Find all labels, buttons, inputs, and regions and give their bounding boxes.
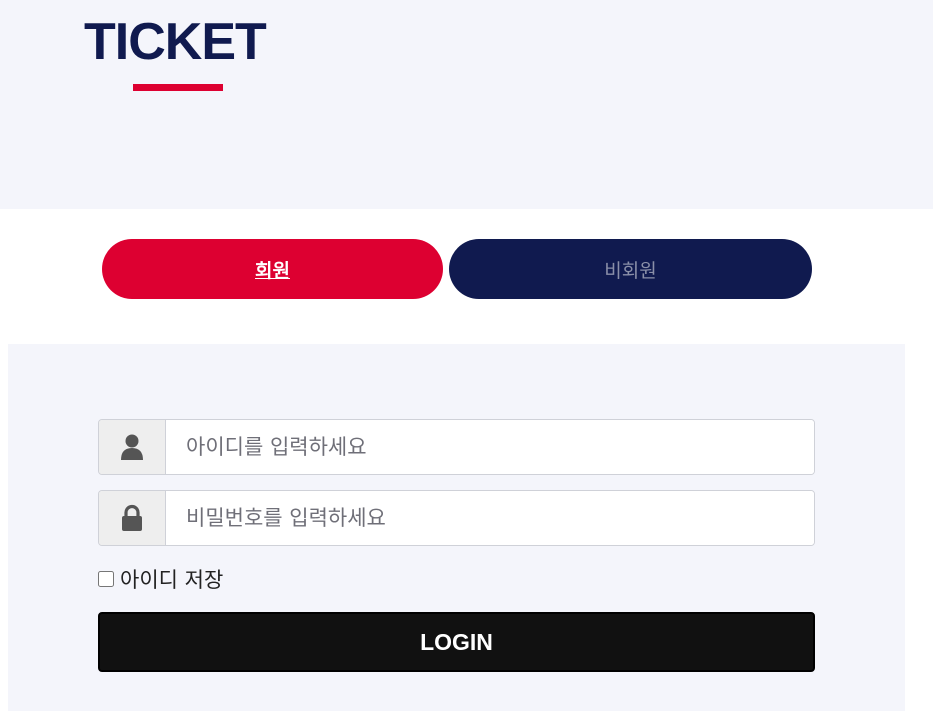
remember-id-label: 아이디 저장 — [120, 568, 224, 592]
tab-member-label: 회원 — [255, 259, 290, 282]
brand-underline — [133, 84, 223, 91]
password-field — [98, 490, 815, 546]
page-header: TICKET — [0, 0, 933, 209]
login-button[interactable]: LOGIN — [98, 612, 815, 672]
remember-id[interactable]: 아이디 저장 — [98, 565, 223, 593]
brand-title: TICKET — [84, 13, 267, 71]
tab-guest[interactable]: 비회원 — [449, 239, 812, 299]
user-icon — [99, 420, 166, 474]
lock-icon — [99, 491, 166, 545]
tab-member[interactable]: 회원 — [102, 239, 443, 299]
password-input[interactable] — [166, 491, 814, 545]
tab-guest-label: 비회원 — [604, 259, 657, 282]
id-field — [98, 419, 815, 475]
remember-id-checkbox[interactable] — [98, 571, 114, 587]
login-button-label: LOGIN — [420, 628, 493, 655]
id-input[interactable] — [166, 420, 814, 474]
